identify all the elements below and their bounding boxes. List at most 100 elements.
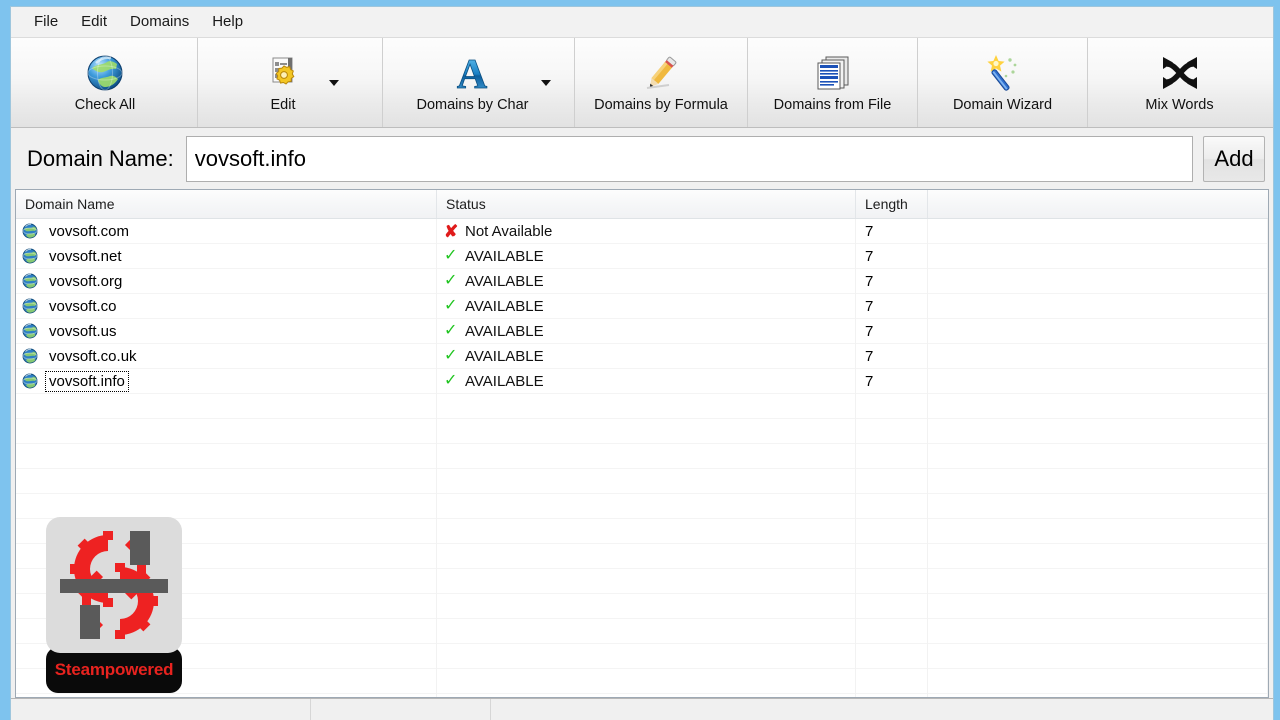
menu-item-help[interactable]: Help — [202, 11, 256, 33]
cell-length: 7 — [856, 343, 928, 369]
cell-empty — [437, 468, 856, 494]
column-header-filler — [928, 190, 1268, 218]
toolbar-group-mix-words: Mix Words — [1088, 38, 1271, 127]
cell-status: ✘ Not Available — [437, 218, 856, 244]
table-row[interactable]: vovsoft.info ✓ AVAILABLE 7 — [16, 368, 1268, 394]
globe-icon — [22, 223, 38, 239]
cell-domain-name: vovsoft.co.uk — [16, 343, 437, 369]
cell-empty — [437, 418, 856, 444]
status-text: Not Available — [465, 222, 553, 240]
check-all-label: Check All — [74, 97, 136, 114]
window-frame: File Edit Domains Help Check All Edit A … — [0, 0, 1280, 720]
table-row[interactable]: vovsoft.co.uk ✓ AVAILABLE 7 — [16, 343, 1268, 369]
cell-length: 7 — [856, 318, 928, 344]
cell-empty — [437, 693, 856, 697]
cell-status: ✓ AVAILABLE — [437, 268, 856, 294]
domain-name-text: vovsoft.net — [49, 247, 122, 265]
check-all-button[interactable]: Check All — [61, 38, 149, 127]
status-text: AVAILABLE — [465, 297, 544, 315]
table-row[interactable]: vovsoft.org ✓ AVAILABLE 7 — [16, 268, 1268, 294]
domains-by-char-button[interactable]: A Domains by Char — [400, 38, 534, 127]
list-header-row: Domain Name Status Length — [16, 190, 1268, 219]
empty-row — [16, 668, 1268, 694]
status-pane-2 — [311, 699, 491, 720]
menu-item-file[interactable]: File — [24, 11, 71, 33]
chevron-down-icon — [329, 79, 339, 86]
cell-empty — [928, 668, 1268, 694]
edit-dropdown-button[interactable] — [323, 38, 345, 127]
mix-words-button[interactable]: Mix Words — [1131, 38, 1227, 127]
empty-row — [16, 468, 1268, 494]
cell-empty — [16, 418, 437, 444]
domains-from-file-label: Domains from File — [773, 97, 892, 114]
domain-name-text: vovsoft.co.uk — [49, 347, 137, 365]
column-header-length[interactable]: Length — [856, 190, 928, 218]
empty-row — [16, 418, 1268, 444]
cell-empty — [856, 418, 928, 444]
menu-item-domains[interactable]: Domains — [120, 11, 202, 33]
cell-status: ✓ AVAILABLE — [437, 318, 856, 344]
toolbar-group-edit: Edit — [198, 38, 383, 127]
cell-status: ✓ AVAILABLE — [437, 243, 856, 269]
domain-name-text: vovsoft.com — [49, 222, 130, 240]
domains-by-formula-button[interactable]: Domains by Formula — [580, 38, 742, 127]
cell-empty — [928, 468, 1268, 494]
column-header-status[interactable]: Status — [437, 190, 856, 218]
empty-row — [16, 593, 1268, 619]
check-icon: ✓ — [444, 272, 458, 289]
cell-empty — [856, 668, 928, 694]
check-icon: ✓ — [444, 297, 458, 314]
cell-empty — [437, 643, 856, 669]
domain-list-view: Domain Name Status Length vovsoft.com ✘ No… — [15, 189, 1269, 698]
table-row[interactable]: vovsoft.co ✓ AVAILABLE 7 — [16, 293, 1268, 319]
cell-empty — [856, 468, 928, 494]
cell-filler — [928, 343, 1268, 369]
cell-empty — [856, 618, 928, 644]
domain-name-input[interactable] — [185, 135, 1193, 182]
cell-length: 7 — [856, 243, 928, 269]
cell-empty — [856, 693, 928, 697]
cell-empty — [437, 393, 856, 419]
domains-from-file-button[interactable]: Domains from File — [760, 38, 906, 127]
check-icon: ✓ — [444, 247, 458, 264]
cell-length: 7 — [856, 293, 928, 319]
cell-domain-name: vovsoft.org — [16, 268, 437, 294]
cell-filler — [928, 218, 1268, 244]
domain-wizard-label: Domain Wizard — [952, 97, 1053, 114]
cell-empty — [928, 643, 1268, 669]
cell-length: 7 — [856, 268, 928, 294]
cell-empty — [16, 693, 437, 697]
cell-empty — [856, 643, 928, 669]
cell-empty — [928, 418, 1268, 444]
add-button[interactable]: Add — [1203, 135, 1265, 182]
cell-empty — [856, 568, 928, 594]
globe-icon — [22, 373, 38, 389]
edit-label: Edit — [270, 97, 296, 114]
domains-by-char-dropdown-button[interactable] — [535, 38, 557, 127]
cell-empty — [928, 543, 1268, 569]
cell-empty — [437, 618, 856, 644]
cell-filler — [928, 368, 1268, 394]
cell-empty — [16, 668, 437, 694]
status-text: AVAILABLE — [465, 347, 544, 365]
cell-empty — [16, 593, 437, 619]
domain-name-label: Domain Name: — [27, 145, 174, 171]
cell-empty — [928, 493, 1268, 519]
empty-row — [16, 643, 1268, 669]
cell-empty — [16, 468, 437, 494]
menu-item-edit[interactable]: Edit — [71, 11, 120, 33]
domain-name-text: vovsoft.org — [49, 272, 123, 290]
table-row[interactable]: vovsoft.com ✘ Not Available 7 — [16, 218, 1268, 244]
column-header-domain-name[interactable]: Domain Name — [16, 190, 437, 218]
cell-empty — [928, 518, 1268, 544]
toolbar-group-domain-wizard: Domain Wizard — [918, 38, 1088, 127]
cell-empty — [928, 393, 1268, 419]
globe-icon — [22, 348, 38, 364]
edit-button[interactable]: Edit — [235, 38, 323, 127]
status-text: AVAILABLE — [465, 322, 544, 340]
table-row[interactable]: vovsoft.net ✓ AVAILABLE 7 — [16, 243, 1268, 269]
table-row[interactable]: vovsoft.us ✓ AVAILABLE 7 — [16, 318, 1268, 344]
domain-wizard-button[interactable]: Domain Wizard — [939, 38, 1066, 127]
globe-icon — [22, 248, 38, 264]
domains-by-char-label: Domains by Char — [416, 97, 529, 114]
